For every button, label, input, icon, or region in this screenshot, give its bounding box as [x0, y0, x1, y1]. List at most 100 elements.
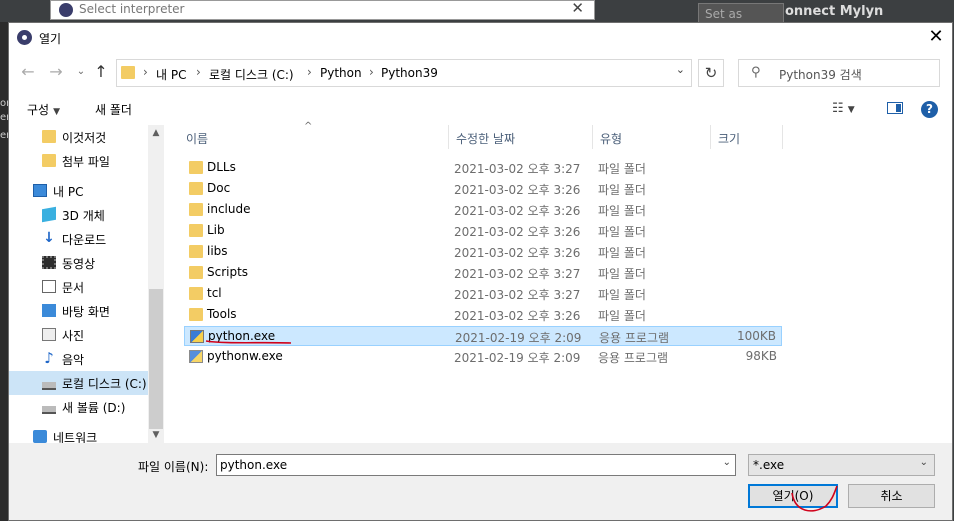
folder-icon	[189, 287, 203, 300]
up-arrow-icon[interactable]: ↑	[91, 62, 111, 82]
search-placeholder: Python39 검색	[779, 68, 862, 82]
nav-item[interactable]: 사진	[9, 323, 164, 347]
file-row[interactable]: Doc 2021-03-02 오후 3:26 파일 폴더	[184, 179, 782, 199]
file-row[interactable]: include 2021-03-02 오후 3:26 파일 폴더	[184, 200, 782, 220]
column-header-type[interactable]: 유형	[593, 125, 711, 149]
chevron-down-icon: ⌄	[919, 457, 928, 468]
file-date: 2021-03-02 오후 3:26	[454, 309, 581, 323]
folder-icon	[121, 66, 135, 79]
breadcrumb-python[interactable]: Python	[320, 66, 362, 80]
nav-item-label: 음악	[62, 353, 85, 367]
nav-item[interactable]: 내 PC	[9, 179, 164, 203]
preview-pane-icon[interactable]	[887, 102, 903, 114]
file-name: Doc	[207, 181, 231, 195]
recent-locations-chevron-icon[interactable]: ⌄	[71, 62, 91, 82]
file-row[interactable]: Tools 2021-03-02 오후 3:26 파일 폴더	[184, 305, 782, 325]
nav-item[interactable]: ♪ 음악	[9, 347, 164, 371]
file-type-filter[interactable]: *.exe ⌄	[748, 454, 935, 476]
nav-item-label: 사진	[62, 329, 85, 343]
file-type: 파일 폴더	[598, 162, 646, 176]
file-type: 응용 프로그램	[599, 331, 670, 345]
file-name: python.exe	[208, 329, 276, 343]
nav-item[interactable]: 로컬 디스크 (C:)	[9, 371, 164, 395]
pythonw-exe-icon	[189, 350, 203, 363]
file-name: Lib	[207, 223, 225, 237]
folder-icon	[189, 203, 203, 216]
close-button[interactable]: ✕	[924, 25, 948, 49]
chevron-down-icon[interactable]: ⌄	[723, 457, 731, 468]
video-icon	[42, 256, 56, 269]
cancel-button[interactable]: 취소	[848, 484, 935, 508]
column-header-date[interactable]: 수정한 날짜	[449, 125, 593, 149]
column-header-size[interactable]: 크기	[711, 125, 783, 149]
organize-menu[interactable]: 구성 ▼	[27, 101, 60, 118]
forward-arrow-icon[interactable]: →	[46, 62, 66, 82]
refresh-button[interactable]: ↻	[698, 59, 724, 87]
file-type: 파일 폴더	[598, 225, 646, 239]
open-file-dialog: 열기 ✕ ← → ⌄ ↑ › 내 PC › 로컬 디스크 (C:) › Pyth…	[8, 22, 953, 521]
nav-item[interactable]: 이것저것	[9, 125, 164, 149]
nav-item[interactable]: 3D 개체	[9, 203, 164, 227]
breadcrumb-python39[interactable]: Python39	[381, 66, 438, 80]
file-name: libs	[207, 244, 228, 258]
sort-ascending-icon: ^	[304, 121, 313, 132]
file-row[interactable]: python.exe 2021-02-19 오후 2:09 응용 프로그램 100KB	[184, 326, 782, 346]
file-row[interactable]: DLLs 2021-03-02 오후 3:27 파일 폴더	[184, 158, 782, 178]
nav-item-label: 문서	[62, 281, 85, 295]
navigation-pane: 네트워크 새 볼륨 (D:) 로컬 디스크 (C:) ♪ 음악 사진 바탕 화면 문서 동영상 ↓…	[9, 125, 164, 443]
help-icon[interactable]: ?	[921, 101, 938, 118]
column-header-name[interactable]: 이름 ^	[179, 121, 449, 149]
breadcrumb-separator[interactable]: ›	[196, 65, 201, 79]
breadcrumb-separator[interactable]: ›	[369, 65, 374, 79]
folder-icon	[189, 245, 203, 258]
file-size: 100KB	[736, 329, 776, 343]
search-input[interactable]: ⚲ Python39 검색	[738, 59, 940, 87]
address-bar[interactable]: › 내 PC › 로컬 디스크 (C:) › Python › Python39…	[116, 59, 692, 87]
nav-item[interactable]: ↓ 다운로드	[9, 227, 164, 251]
file-date: 2021-03-02 오후 3:27	[454, 162, 581, 176]
breadcrumb-separator[interactable]: ›	[143, 65, 148, 79]
set-as-default-button[interactable]: Set as Default	[698, 3, 784, 35]
3d-objects-icon	[42, 206, 56, 223]
breadcrumb-separator[interactable]: ›	[307, 65, 312, 79]
nav-item[interactable]: 새 볼륨 (D:)	[9, 395, 164, 419]
chevron-down-icon[interactable]: ⌄	[676, 63, 685, 76]
new-folder-button[interactable]: 새 폴더	[95, 101, 132, 118]
filename-label: 파일 이름(N):	[138, 460, 209, 474]
refresh-icon: ↻	[704, 64, 718, 82]
open-button[interactable]: 열기(O)	[748, 484, 838, 508]
file-row[interactable]: Scripts 2021-03-02 오후 3:27 파일 폴더	[184, 263, 782, 283]
file-date: 2021-03-02 오후 3:26	[454, 183, 581, 197]
select-interpreter-window: Select interpreter ✕	[50, 0, 595, 20]
nav-item-label: 이것저것	[62, 131, 107, 145]
caret-down-icon: ▼	[53, 107, 61, 117]
ide-background-left: or er er	[0, 22, 10, 521]
folder-icon	[42, 154, 56, 167]
folder-icon	[189, 308, 203, 321]
folder-icon	[189, 182, 203, 195]
breadcrumb-this-pc[interactable]: 내 PC	[156, 66, 186, 83]
filename-input[interactable]: python.exe ⌄	[216, 454, 736, 476]
nav-item[interactable]: 동영상	[9, 251, 164, 275]
view-options-icon[interactable]: ☷ ▼	[832, 101, 855, 116]
file-date: 2021-03-02 오후 3:26	[454, 246, 581, 260]
file-date: 2021-03-02 오후 3:26	[454, 204, 581, 218]
folder-icon	[189, 224, 203, 237]
close-icon[interactable]: ✕	[571, 0, 584, 17]
file-row[interactable]: libs 2021-03-02 오후 3:26 파일 폴더	[184, 242, 782, 262]
nav-item[interactable]: 바탕 화면	[9, 299, 164, 323]
nav-item[interactable]: 네트워크	[9, 425, 164, 443]
nav-item[interactable]: 첨부 파일	[9, 149, 164, 173]
back-arrow-icon[interactable]: ←	[18, 62, 38, 82]
drive-icon	[42, 406, 56, 414]
scroll-up-icon[interactable]: ▲	[148, 125, 164, 141]
file-type: 파일 폴더	[598, 204, 646, 218]
file-row[interactable]: tcl 2021-03-02 오후 3:27 파일 폴더	[184, 284, 782, 304]
scrollbar-thumb[interactable]	[149, 289, 163, 429]
file-row[interactable]: Lib 2021-03-02 오후 3:26 파일 폴더	[184, 221, 782, 241]
breadcrumb-local-disk[interactable]: 로컬 디스크 (C:)	[209, 66, 294, 83]
nav-scrollbar[interactable]: ▲ ▼	[148, 125, 164, 443]
nav-item[interactable]: 문서	[9, 275, 164, 299]
file-row[interactable]: pythonw.exe 2021-02-19 오후 2:09 응용 프로그램 98KB	[184, 347, 782, 367]
scroll-down-icon[interactable]: ▼	[148, 427, 164, 443]
